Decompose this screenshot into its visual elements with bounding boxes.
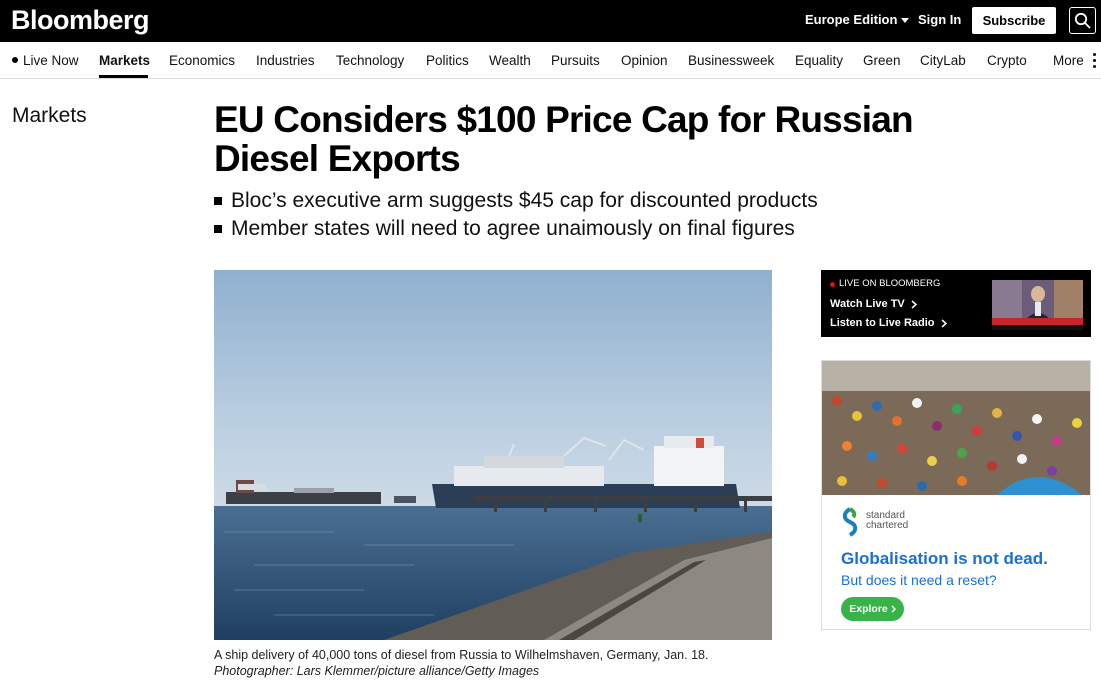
listen-live-radio-label: Listen to Live Radio <box>830 317 935 329</box>
caption-text: A ship delivery of 40,000 tons of diesel… <box>214 648 709 662</box>
nav-item-markets[interactable]: Markets <box>99 52 150 69</box>
subscribe-button[interactable]: Subscribe <box>972 7 1056 34</box>
photo-caption: A ship delivery of 40,000 tons of diesel… <box>214 647 774 679</box>
bloomberg-logo[interactable]: Bloomberg <box>11 4 150 36</box>
summary-bullet-text: Member states will need to agree unaimou… <box>231 217 795 240</box>
live-tv-thumbnail[interactable] <box>992 280 1083 330</box>
chevron-right-icon <box>941 318 947 328</box>
nav-item-technology[interactable]: Technology <box>336 52 404 69</box>
article-summary-bullets: Bloc’s executive arm suggests $45 cap fo… <box>214 187 914 243</box>
nav-item-economics[interactable]: Economics <box>169 52 235 69</box>
ad-market-photo <box>822 361 1090 495</box>
listen-live-radio-link[interactable]: Listen to Live Radio <box>830 316 947 330</box>
nav-item-opinion[interactable]: Opinion <box>621 52 668 69</box>
edition-label: Europe Edition <box>805 12 898 27</box>
headline-line-2: Diesel Exports <box>214 138 461 179</box>
main-nav: Live Now Markets Economics Industries Te… <box>0 42 1101 79</box>
ad-subhead: But does it need a reset? <box>841 572 997 588</box>
bullet-square-icon <box>214 197 222 205</box>
watch-live-tv-link[interactable]: Watch Live TV <box>830 297 917 311</box>
nav-item-live-now[interactable]: Live Now <box>12 52 79 69</box>
top-bar: Bloomberg Europe Edition Sign In Subscri… <box>0 0 1101 42</box>
ad-headline: Globalisation is not dead. <box>841 549 1048 568</box>
photo-credit: Photographer: Lars Klemmer/picture allia… <box>214 664 540 678</box>
chevron-down-icon <box>901 18 910 23</box>
chevron-right-icon <box>891 605 896 613</box>
article-headline: EU Considers $100 Price Cap for Russian … <box>214 100 974 178</box>
live-indicator-icon <box>830 281 835 287</box>
nav-item-wealth[interactable]: Wealth <box>489 52 531 69</box>
ad-brand-name: standard chartered <box>866 511 908 531</box>
nav-item-equality[interactable]: Equality <box>795 52 843 69</box>
sign-in-link[interactable]: Sign In <box>918 11 961 29</box>
nav-item-pursuits[interactable]: Pursuits <box>551 52 600 69</box>
live-label-text: LIVE ON BLOOMBERG <box>839 278 941 289</box>
ad-brand-line-2: chartered <box>866 520 909 531</box>
headline-line-1: EU Considers $100 Price Cap for Russian <box>214 99 914 140</box>
more-menu-icon[interactable] <box>1093 53 1096 68</box>
nav-item-more[interactable]: More <box>1053 52 1084 69</box>
nav-item-crypto[interactable]: Crypto <box>987 52 1027 69</box>
edition-selector[interactable]: Europe Edition <box>805 11 910 29</box>
nav-item-businessweek[interactable]: Businessweek <box>688 52 774 69</box>
nav-item-politics[interactable]: Politics <box>426 52 469 69</box>
standard-chartered-logo-icon <box>842 507 858 537</box>
summary-bullet-text: Bloc’s executive arm suggests $45 cap fo… <box>231 189 818 212</box>
explore-button[interactable]: Explore <box>841 597 904 621</box>
search-button[interactable] <box>1069 7 1096 34</box>
active-tab-indicator <box>99 75 148 78</box>
search-icon <box>1074 12 1091 29</box>
explore-button-label: Explore <box>849 603 888 615</box>
bullet-square-icon <box>214 225 222 233</box>
standard-chartered-ad[interactable]: standard chartered Globalisation is not … <box>821 360 1091 630</box>
article-lead-photo <box>214 270 772 640</box>
nav-item-industries[interactable]: Industries <box>256 52 315 69</box>
nav-item-citylab[interactable]: CityLab <box>920 52 966 69</box>
live-dot-icon <box>12 57 18 64</box>
summary-bullet: Bloc’s executive arm suggests $45 cap fo… <box>214 187 914 215</box>
nav-item-green[interactable]: Green <box>863 52 901 69</box>
chevron-right-icon <box>911 299 917 309</box>
section-label[interactable]: Markets <box>12 103 87 129</box>
live-on-bloomberg-box: LIVE ON BLOOMBERG Watch Live TV Listen t… <box>821 270 1091 337</box>
nav-item-label: Live Now <box>23 53 79 68</box>
live-label: LIVE ON BLOOMBERG <box>830 278 940 290</box>
summary-bullet: Member states will need to agree unaimou… <box>214 215 914 243</box>
watch-live-tv-label: Watch Live TV <box>830 298 905 310</box>
